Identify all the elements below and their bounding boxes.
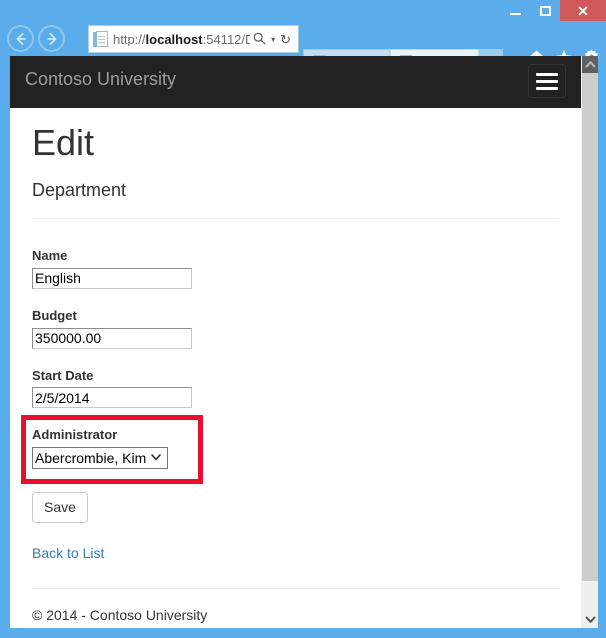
window-controls: ✕ <box>500 0 606 21</box>
scroll-up-button[interactable] <box>582 56 598 73</box>
arrow-left-icon <box>13 31 29 47</box>
chevron-up-icon <box>585 60 596 69</box>
footer-text: © 2014 - Contoso University <box>32 607 559 623</box>
title-bar: ✕ <box>0 0 606 21</box>
browser-toolbar: http://localhost:54112/Dep ▾ ↻ Depa <box>0 21 606 56</box>
forward-button[interactable] <box>38 25 65 52</box>
footer-divider <box>32 588 559 589</box>
minimize-icon <box>510 13 521 15</box>
form-group-budget: Budget <box>32 308 559 349</box>
form-group-name: Name <box>32 248 559 289</box>
chevron-down-icon <box>585 615 596 624</box>
site-navbar: Contoso University <box>10 56 581 108</box>
page-content: Edit Department Name Budget Start Date A… <box>10 108 581 628</box>
page-subtitle: Department <box>32 181 559 201</box>
browser-window: ✕ http://localhost:54 <box>0 0 606 638</box>
budget-label: Budget <box>32 308 559 324</box>
start-date-input[interactable] <box>32 387 192 408</box>
refresh-icon[interactable]: ↻ <box>277 33 294 46</box>
close-icon: ✕ <box>577 4 589 18</box>
hamburger-icon <box>536 73 558 76</box>
name-label: Name <box>32 248 559 264</box>
arrow-right-icon <box>44 31 60 47</box>
url-text: http://localhost:54112/Dep <box>113 33 250 46</box>
close-button[interactable]: ✕ <box>560 0 606 21</box>
url-rest: :54112/Dep <box>203 33 250 46</box>
back-link-row: Back to List <box>32 523 559 563</box>
administrator-select[interactable]: Abercrombie, Kim <box>32 447 168 469</box>
minimize-button[interactable] <box>500 0 530 21</box>
scrollbar-thumb[interactable] <box>582 73 598 581</box>
chevron-down-icon[interactable]: ▾ <box>269 35 277 44</box>
divider <box>32 218 559 219</box>
start-date-label: Start Date <box>32 368 559 384</box>
form-group-start-date: Start Date <box>32 368 559 409</box>
url-prefix: http:// <box>113 33 146 46</box>
url-host: localhost <box>146 33 203 46</box>
administrator-label: Administrator <box>32 427 559 443</box>
back-to-list-link[interactable]: Back to List <box>32 545 104 561</box>
save-button[interactable]: Save <box>32 492 88 523</box>
administrator-select-wrap: Abercrombie, Kim <box>32 447 168 469</box>
page-title: Edit <box>32 123 559 163</box>
search-icon[interactable] <box>250 32 269 47</box>
back-button[interactable] <box>7 25 34 52</box>
maximize-button[interactable] <box>530 0 560 21</box>
page-viewport: Contoso University Edit Department Name … <box>10 56 598 628</box>
page-favicon-icon <box>93 31 108 48</box>
scroll-down-button[interactable] <box>582 611 598 628</box>
page-scrollbar[interactable] <box>581 56 598 628</box>
address-bar[interactable]: http://localhost:54112/Dep ▾ ↻ <box>88 25 299 53</box>
maximize-icon <box>540 6 551 16</box>
budget-input[interactable] <box>32 328 192 349</box>
navbar-toggle-button[interactable] <box>528 64 566 98</box>
name-input[interactable] <box>32 268 192 289</box>
brand-link[interactable]: Contoso University <box>25 70 176 88</box>
form-group-administrator: Administrator Abercrombie, Kim <box>32 427 559 469</box>
